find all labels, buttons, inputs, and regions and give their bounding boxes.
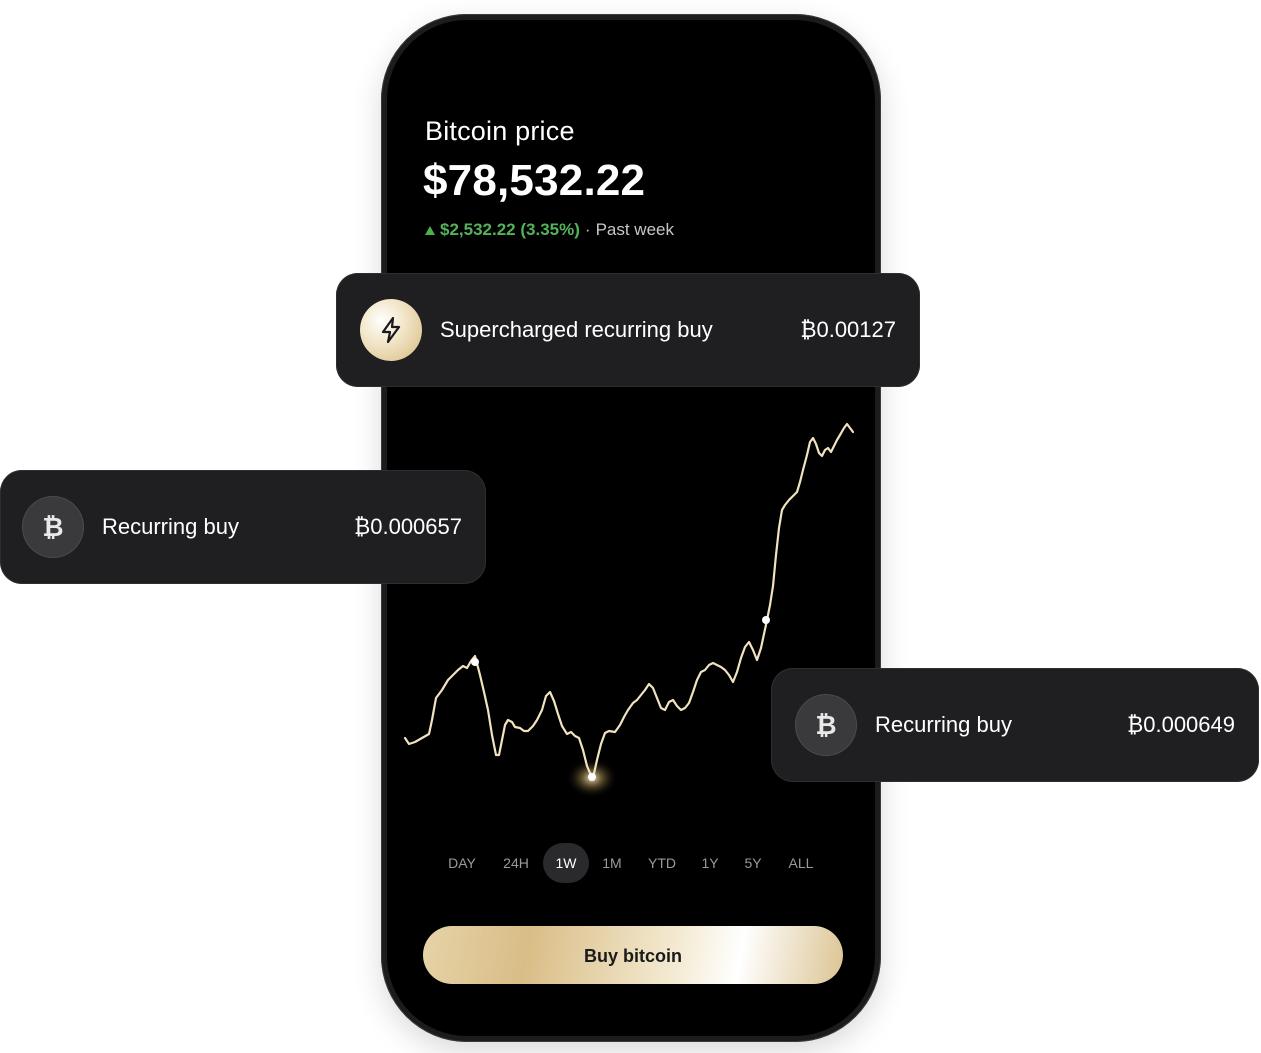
recurring-buy-card-left[interactable]: ₿ Recurring buy ₿0.000657 — [0, 470, 486, 584]
tab-1y[interactable]: 1Y — [701, 843, 718, 883]
card-amount: ₿0.00127 — [800, 317, 896, 342]
tab-1m[interactable]: 1M — [602, 843, 621, 883]
chart-point-right[interactable] — [762, 616, 770, 624]
buy-bitcoin-button[interactable]: Buy bitcoin — [423, 926, 843, 984]
bitcoin-icon: ₿ — [22, 496, 84, 558]
chart-point-low[interactable] — [588, 773, 596, 781]
bitcoin-icon: ₿ — [795, 694, 857, 756]
card-label: Supercharged recurring buy — [440, 317, 713, 342]
card-amount: ₿0.000657 — [353, 514, 462, 539]
card-label: Recurring buy — [102, 514, 239, 539]
tab-5y[interactable]: 5Y — [744, 843, 761, 883]
card-amount: ₿0.000649 — [1126, 712, 1235, 737]
time-range-bar: DAY 24H 1W 1M YTD 1Y 5Y ALL — [435, 843, 839, 883]
stage: Bitcoin price $78,532.22 $2,532.22 (3.35… — [0, 0, 1261, 1053]
tab-ytd[interactable]: YTD — [648, 843, 676, 883]
chart-point-left[interactable] — [471, 658, 479, 666]
tab-day[interactable]: DAY — [448, 843, 476, 883]
tab-1w[interactable]: 1W — [543, 843, 589, 883]
card-label: Recurring buy — [875, 712, 1012, 737]
supercharged-recurring-buy-card[interactable]: Supercharged recurring buy ₿0.00127 — [336, 273, 920, 387]
tab-24h[interactable]: 24H — [503, 843, 529, 883]
tab-all[interactable]: ALL — [789, 843, 814, 883]
recurring-buy-card-right[interactable]: ₿ Recurring buy ₿0.000649 — [771, 668, 1259, 782]
lightning-icon — [360, 299, 422, 361]
